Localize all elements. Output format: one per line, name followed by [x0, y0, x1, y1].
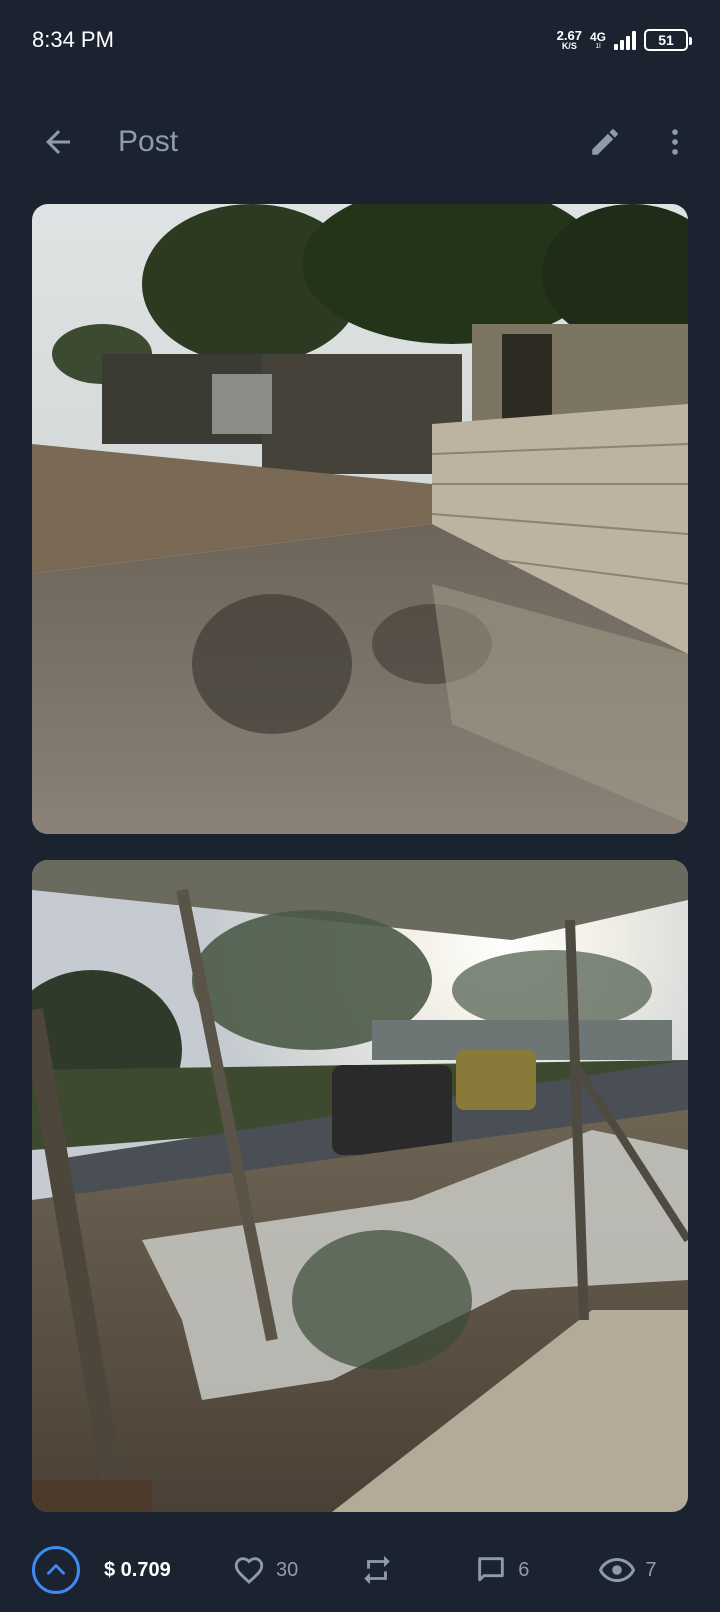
like-count: 30 — [276, 1558, 299, 1581]
comment-button[interactable]: 6 — [474, 1553, 529, 1587]
network-speed: 2.67 K/S — [557, 29, 582, 51]
status-bar: 8:34 PM 2.67 K/S 4G 1l 51 — [0, 0, 720, 80]
post-photo-2[interactable] — [32, 860, 688, 1512]
arrow-left-icon — [46, 130, 70, 154]
signal-icon — [614, 30, 636, 50]
pencil-icon — [592, 129, 618, 155]
upvote-button[interactable] — [32, 1546, 80, 1594]
view-count: 7 — [645, 1558, 657, 1581]
status-icons: 2.67 K/S 4G 1l 51 — [557, 29, 692, 51]
network-type-value: 4G — [589, 29, 606, 44]
network-type: 4G 1l — [590, 31, 606, 50]
post-photo-1[interactable] — [32, 204, 688, 834]
views-indicator: 7 — [599, 1552, 657, 1588]
more-options-button[interactable] — [648, 115, 702, 169]
reblog-button[interactable] — [360, 1553, 394, 1587]
network-speed-unit: K/S — [561, 41, 577, 51]
like-button[interactable]: 30 — [232, 1553, 298, 1587]
edit-button[interactable] — [578, 115, 632, 169]
status-time: 8:34 PM — [32, 27, 114, 52]
post-action-bar: $ 0.709 30 6 7 — [0, 1534, 720, 1606]
network-type-sub: 1l — [595, 42, 601, 50]
payout-value: $ 0.709 — [104, 1558, 171, 1581]
battery-level: 51 — [658, 32, 674, 48]
comment-count: 6 — [518, 1558, 530, 1581]
chevron-up-icon — [47, 1564, 65, 1575]
more-vertical-icon — [672, 129, 678, 155]
back-button[interactable] — [28, 112, 88, 172]
repeat-icon — [364, 1555, 390, 1585]
comment-icon — [478, 1557, 504, 1582]
battery-icon: 51 — [644, 29, 692, 51]
heart-icon — [234, 1557, 264, 1584]
page-title: Post — [118, 125, 179, 158]
eye-icon — [599, 1557, 636, 1583]
app-bar: Post — [0, 100, 720, 184]
